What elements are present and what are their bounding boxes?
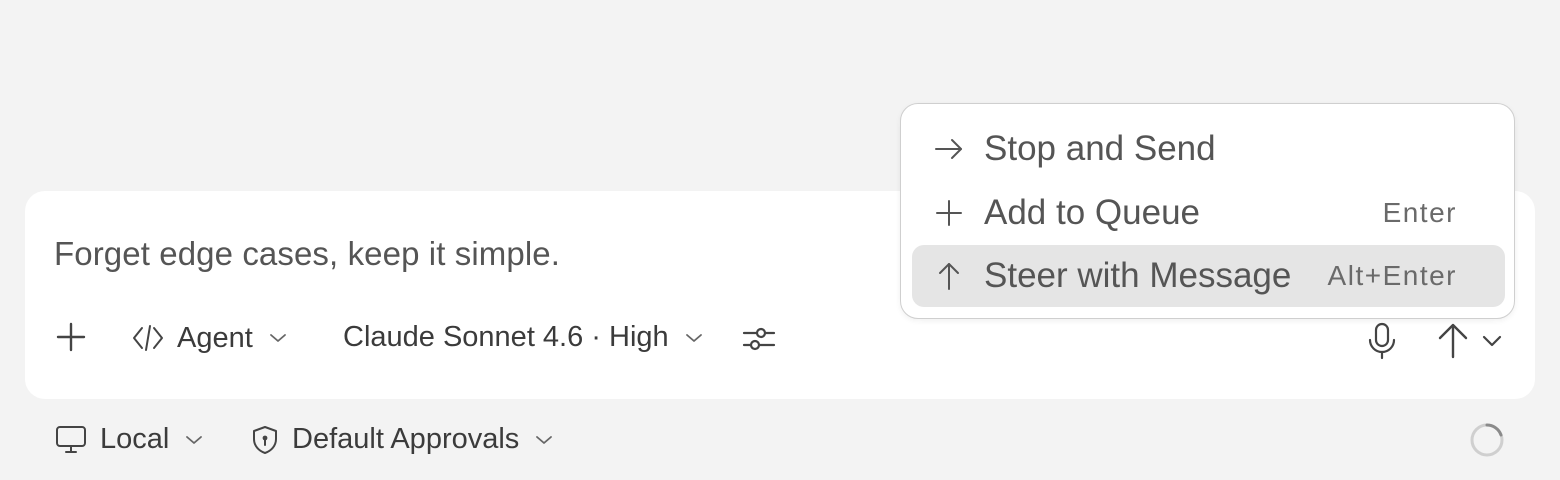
environment-label: Local — [100, 423, 170, 455]
chevron-down-icon[interactable] — [1481, 334, 1503, 348]
model-selector[interactable]: Claude Sonnet 4.6 · High — [343, 321, 703, 354]
code-tag-icon — [133, 325, 163, 351]
chevron-down-icon — [186, 435, 203, 444]
menu-item-add-to-queue[interactable]: Add to Queue Enter — [912, 182, 1505, 244]
arrow-up-icon — [939, 263, 959, 290]
menu-item-shortcut: Alt+Enter — [1327, 260, 1457, 291]
chevron-down-icon — [685, 333, 702, 342]
mode-label: Agent — [177, 321, 253, 354]
approvals-label: Default Approvals — [292, 423, 520, 455]
settings-button[interactable] — [741, 321, 777, 357]
voice-input-button[interactable] — [1365, 321, 1399, 361]
chevron-down-icon — [536, 435, 553, 444]
loading-spinner — [1468, 421, 1506, 459]
plus-icon — [936, 200, 962, 226]
sliders-icon — [742, 327, 776, 351]
composer-toolbar: Agent Claude Sonnet 4.6 · High — [25, 321, 1535, 381]
shield-icon — [253, 425, 277, 454]
prompt-input[interactable]: Forget edge cases, keep it simple. — [54, 235, 560, 273]
menu-item-shortcut: Enter — [1382, 197, 1457, 228]
environment-selector[interactable]: Local — [54, 423, 203, 456]
menu-item-stop-and-send[interactable]: Stop and Send — [912, 118, 1505, 180]
mode-selector[interactable]: Agent — [131, 321, 287, 355]
send-button[interactable] — [1435, 321, 1503, 361]
monitor-icon — [56, 425, 86, 453]
add-context-button[interactable] — [55, 321, 87, 353]
menu-item-label: Steer with Message — [984, 256, 1292, 295]
approvals-selector[interactable]: Default Approvals — [250, 423, 553, 456]
model-label: Claude Sonnet 4.6 · High — [343, 321, 669, 353]
microphone-icon — [1368, 322, 1396, 360]
spinner-icon — [1470, 423, 1504, 457]
send-options-menu: Stop and Send Add to Queue Enter Steer w… — [900, 103, 1515, 319]
menu-item-steer-with-message[interactable]: Steer with Message Alt+Enter — [912, 245, 1505, 307]
footer-bar: Local Default Approvals — [0, 415, 1560, 465]
menu-item-label: Stop and Send — [984, 129, 1216, 168]
arrow-right-icon — [935, 139, 962, 159]
arrow-up-icon — [1438, 323, 1468, 359]
plus-icon — [56, 322, 86, 352]
chevron-down-icon — [269, 334, 286, 342]
menu-item-label: Add to Queue — [984, 193, 1200, 232]
